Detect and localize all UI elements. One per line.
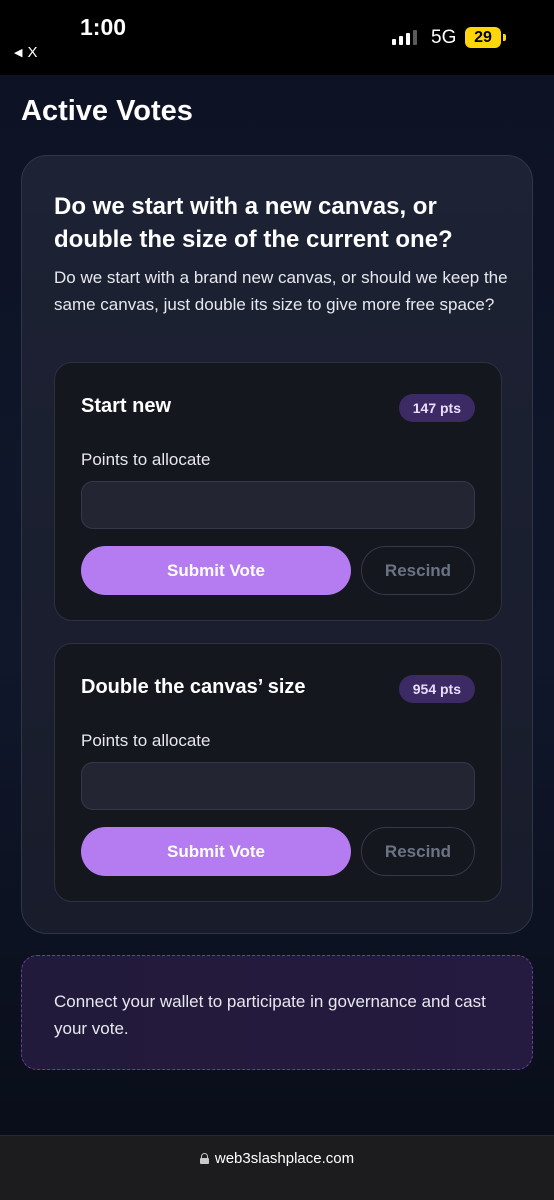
connect-wallet-banner: Connect your wallet to participate in go… xyxy=(21,955,533,1070)
url-display[interactable]: web3slashplace.com xyxy=(0,1150,554,1167)
browser-url-bar[interactable]: web3slashplace.com xyxy=(0,1135,554,1200)
points-badge: 147 pts xyxy=(398,394,475,422)
submit-vote-button[interactable]: Submit Vote xyxy=(81,546,351,595)
battery-icon: 29 xyxy=(465,27,501,48)
cellular-signal-icon xyxy=(392,29,417,45)
vote-option-card: Start new 147 pts Points to allocate Sub… xyxy=(54,362,502,621)
points-label: Points to allocate xyxy=(81,450,211,469)
back-arrow-icon: ◀ xyxy=(14,47,23,59)
option-title: Double the canvas’ size xyxy=(81,676,306,698)
page-title: Active Votes xyxy=(21,95,193,127)
battery-cap xyxy=(503,34,506,41)
vote-option-card: Double the canvas’ size 954 pts Points t… xyxy=(54,643,502,902)
submit-vote-button[interactable]: Submit Vote xyxy=(81,827,351,876)
rescind-button[interactable]: Rescind xyxy=(361,827,475,876)
main-content: Active Votes Do we start with a new canv… xyxy=(0,75,554,1135)
connect-wallet-message: Connect your wallet to participate in go… xyxy=(54,992,486,1038)
points-input[interactable] xyxy=(81,762,475,810)
back-label: X xyxy=(27,44,38,61)
points-label: Points to allocate xyxy=(81,731,211,750)
points-badge: 954 pts xyxy=(398,675,475,703)
status-time: 1:00 xyxy=(80,14,127,40)
proposal-description: Do we start with a brand new canvas, or … xyxy=(54,268,508,314)
proposal-title: Do we start with a new canvas, or double… xyxy=(54,193,453,253)
lock-icon xyxy=(199,1153,209,1164)
url-text: web3slashplace.com xyxy=(214,1150,355,1167)
back-to-app-link[interactable]: ◀ X xyxy=(14,44,37,61)
rescind-button[interactable]: Rescind xyxy=(361,546,475,595)
option-title: Start new xyxy=(81,395,172,417)
points-input[interactable] xyxy=(81,481,475,529)
proposal-card: Do we start with a new canvas, or double… xyxy=(21,155,533,934)
network-type: 5G xyxy=(431,27,457,48)
status-bar: 1:00 ◀ X 5G 29 xyxy=(0,0,554,75)
